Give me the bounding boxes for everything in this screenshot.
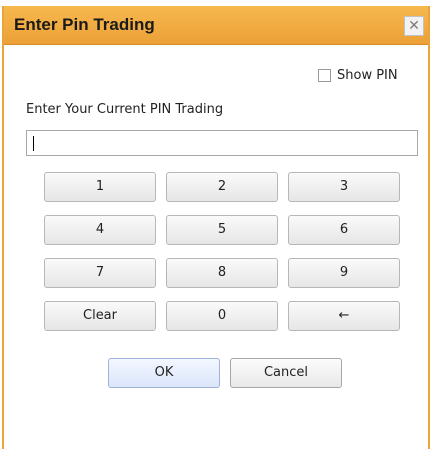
key-8[interactable]: 8	[166, 258, 278, 288]
dialog-title: Enter Pin Trading	[14, 15, 155, 34]
key-6[interactable]: 6	[288, 215, 400, 245]
key-2[interactable]: 2	[166, 172, 278, 202]
show-pin-label: Show PIN	[337, 68, 398, 83]
pin-dialog: Enter Pin Trading ✕ Show PIN Enter Your …	[2, 6, 430, 449]
key-1[interactable]: 1	[44, 172, 156, 202]
key-3[interactable]: 3	[288, 172, 400, 202]
cancel-button[interactable]: Cancel	[230, 358, 342, 388]
pin-prompt-label: Enter Your Current PIN Trading	[26, 102, 224, 117]
backspace-button[interactable]: ←	[288, 301, 400, 331]
title-bar[interactable]: Enter Pin Trading ✕	[4, 6, 428, 45]
show-pin-toggle[interactable]: Show PIN	[318, 68, 398, 83]
key-9[interactable]: 9	[288, 258, 400, 288]
show-pin-checkbox[interactable]	[318, 69, 331, 82]
close-icon[interactable]: ✕	[404, 16, 424, 36]
key-5[interactable]: 5	[166, 215, 278, 245]
key-0[interactable]: 0	[166, 301, 278, 331]
pin-input[interactable]	[26, 130, 418, 156]
ok-button[interactable]: OK	[108, 358, 220, 388]
key-7[interactable]: 7	[44, 258, 156, 288]
text-caret	[33, 136, 34, 151]
key-4[interactable]: 4	[44, 215, 156, 245]
clear-button[interactable]: Clear	[44, 301, 156, 331]
